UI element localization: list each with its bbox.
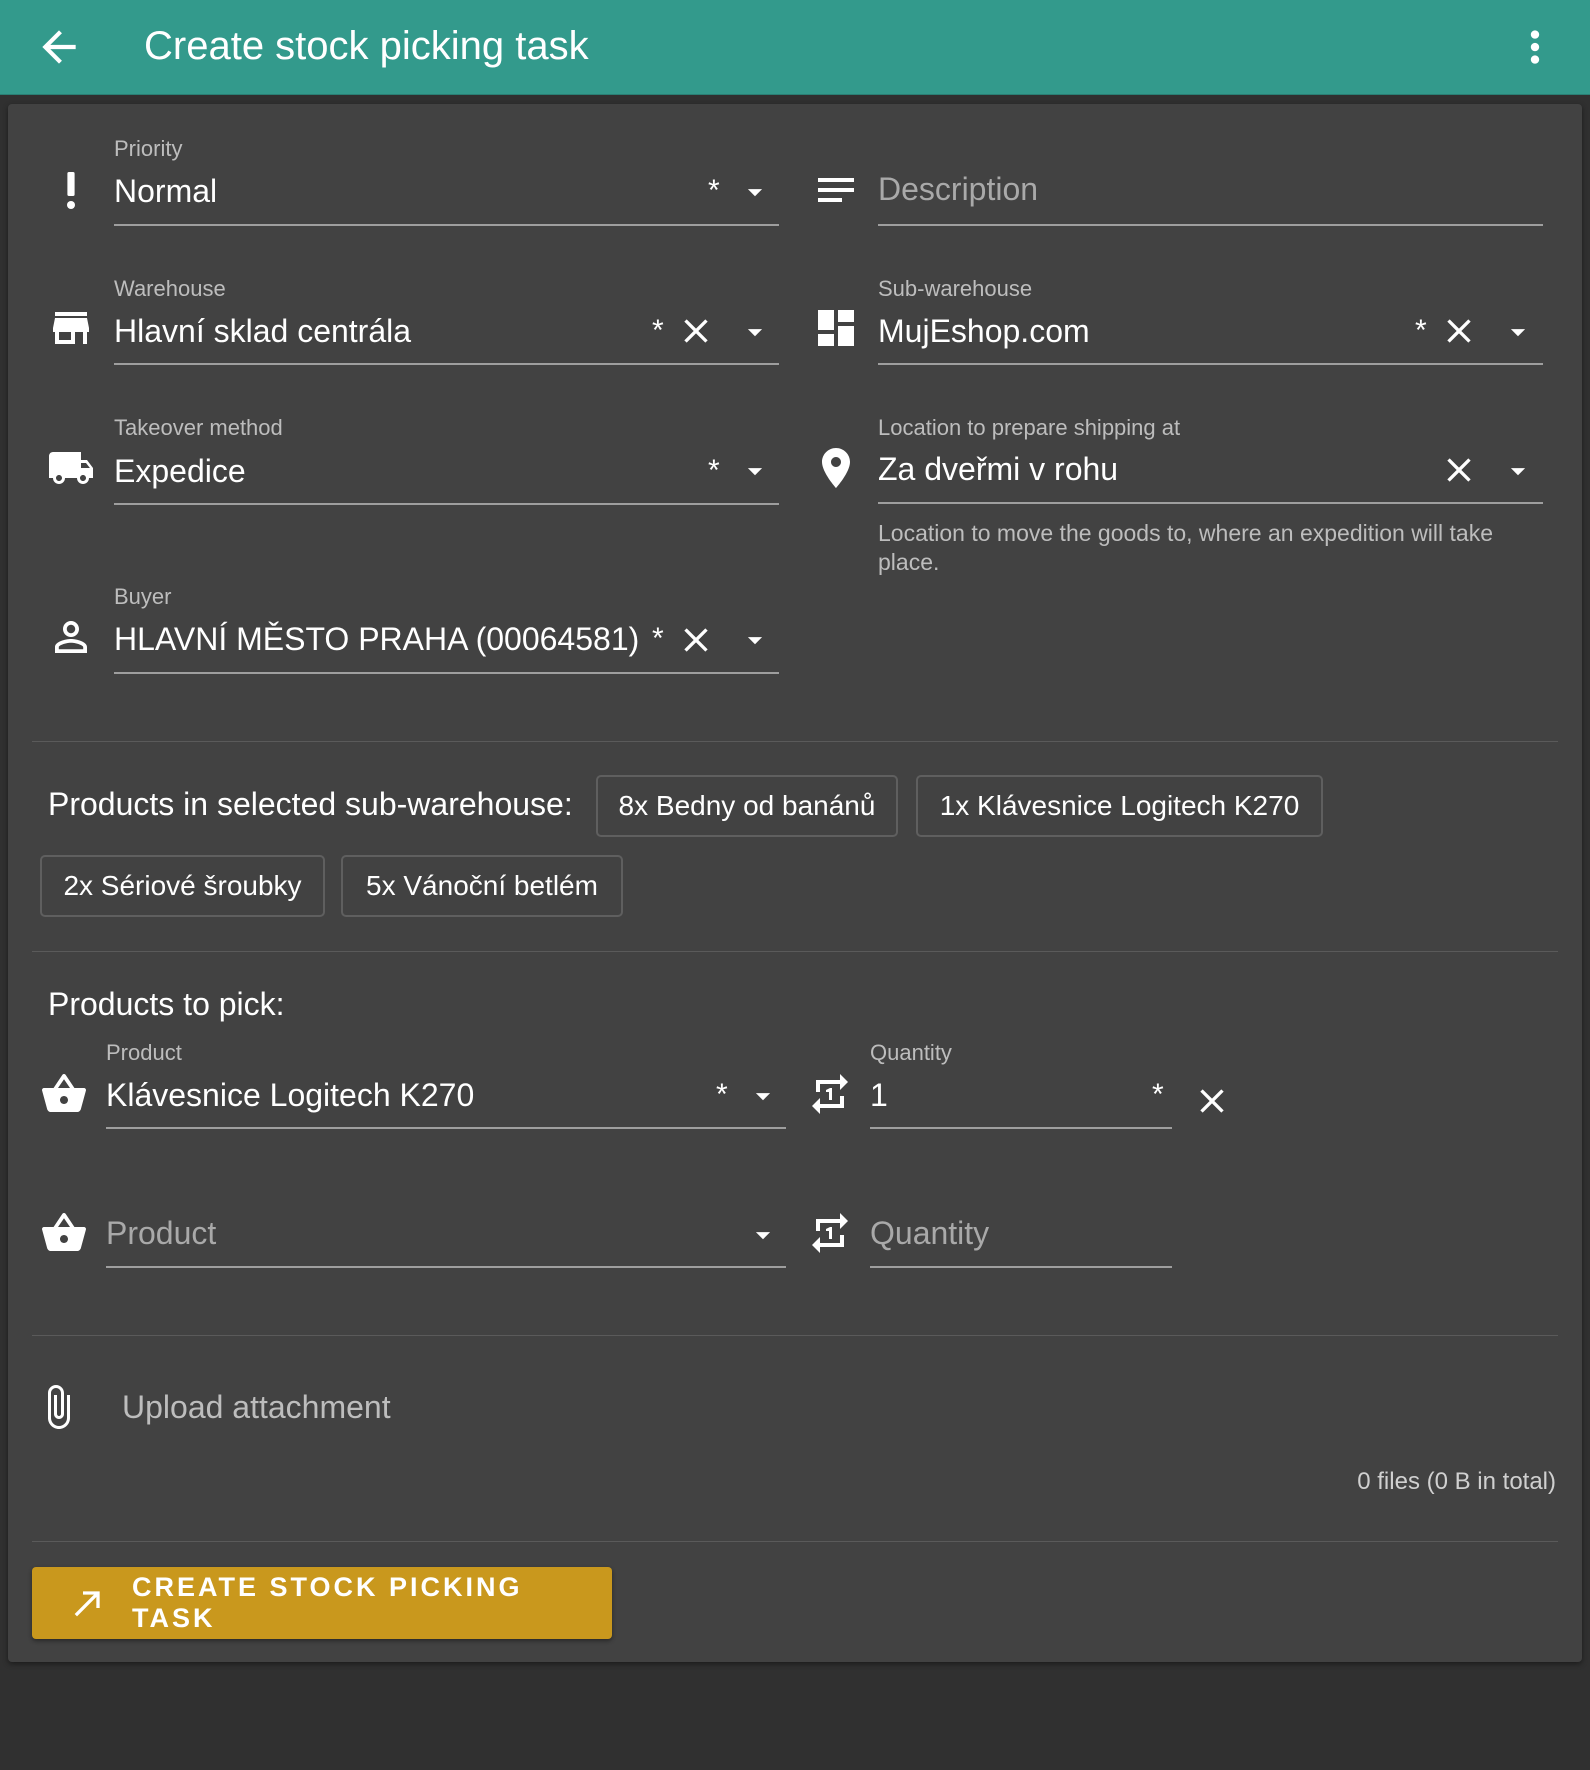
chevron-down-icon[interactable] bbox=[746, 1079, 780, 1113]
required-marker: * bbox=[1415, 314, 1427, 347]
required-marker: * bbox=[652, 622, 664, 655]
priority-label: Priority bbox=[114, 136, 183, 161]
clear-icon[interactable] bbox=[1439, 311, 1479, 351]
quantity-field[interactable]: Quantity bbox=[870, 1215, 989, 1252]
clear-icon[interactable] bbox=[676, 311, 716, 351]
chevron-down-icon[interactable] bbox=[746, 1218, 780, 1252]
takeover-method-underline bbox=[114, 503, 779, 505]
dashboard-icon bbox=[812, 304, 860, 352]
exclamation-icon bbox=[47, 166, 95, 214]
repeat-one-icon bbox=[806, 1070, 854, 1118]
quantity-underline bbox=[870, 1127, 1172, 1129]
notes-icon bbox=[812, 166, 860, 214]
product-chip[interactable]: 1x Klávesnice Logitech K270 bbox=[916, 775, 1323, 837]
arrow-top-right-icon bbox=[68, 1583, 108, 1623]
remove-row-icon[interactable] bbox=[1192, 1081, 1232, 1121]
products-to-pick-title: Products to pick: bbox=[48, 986, 285, 1022]
basket-icon bbox=[40, 1209, 88, 1257]
quantity-label: Quantity bbox=[870, 1040, 952, 1065]
arrow-left-icon[interactable] bbox=[34, 22, 84, 72]
priority-value[interactable]: Normal bbox=[114, 173, 217, 210]
product-chip[interactable]: 8x Bedny od banánů bbox=[596, 775, 898, 837]
warehouse-underline bbox=[114, 363, 779, 365]
page-title: Create stock picking task bbox=[144, 24, 589, 68]
priority-underline bbox=[114, 224, 779, 226]
store-icon bbox=[47, 304, 95, 352]
sub-warehouse-label: Sub-warehouse bbox=[878, 276, 1033, 301]
warehouse-label: Warehouse bbox=[114, 276, 226, 301]
chevron-down-icon[interactable] bbox=[738, 454, 772, 488]
chevron-down-icon[interactable] bbox=[1501, 315, 1535, 349]
create-button-label: CREATE STOCK PICKING TASK bbox=[132, 1572, 523, 1633]
paperclip-icon[interactable] bbox=[34, 1383, 82, 1431]
form-card: Priority Normal * Description Warehouse … bbox=[8, 104, 1582, 1662]
shipping-location-underline bbox=[878, 502, 1543, 504]
product-label: Product bbox=[106, 1040, 182, 1065]
product-chip[interactable]: 2x Sériové šroubky bbox=[40, 855, 325, 917]
product-value[interactable]: Klávesnice Logitech K270 bbox=[106, 1077, 474, 1114]
required-marker: * bbox=[1152, 1078, 1164, 1111]
shipping-location-value[interactable]: Za dveřmi v rohu bbox=[878, 451, 1118, 488]
required-marker: * bbox=[708, 174, 720, 207]
shipping-location-label: Location to prepare shipping at bbox=[878, 415, 1181, 440]
description-underline bbox=[878, 224, 1543, 226]
chevron-down-icon[interactable] bbox=[738, 315, 772, 349]
quantity-value[interactable]: 1 bbox=[870, 1077, 888, 1114]
buyer-value[interactable]: HLAVNÍ MĚSTO PRAHA (00064581) bbox=[114, 621, 639, 658]
location-pin-icon bbox=[812, 444, 860, 492]
takeover-method-label: Takeover method bbox=[114, 415, 283, 440]
required-marker: * bbox=[652, 314, 664, 347]
buyer-label: Buyer bbox=[114, 584, 172, 609]
more-vert-icon[interactable] bbox=[1510, 22, 1560, 72]
section-divider bbox=[32, 1541, 1558, 1542]
sub-warehouse-value[interactable]: MujEshop.com bbox=[878, 313, 1090, 350]
required-marker: * bbox=[716, 1078, 728, 1111]
create-stock-picking-task-button[interactable]: CREATE STOCK PICKING TASK bbox=[32, 1567, 612, 1639]
app-bar: Create stock picking task bbox=[0, 0, 1590, 95]
section-divider bbox=[32, 951, 1558, 952]
sub-warehouse-underline bbox=[878, 363, 1543, 365]
description-field[interactable]: Description bbox=[878, 171, 1038, 208]
product-underline bbox=[106, 1127, 786, 1129]
subwarehouse-products-title: Products in selected sub-warehouse: bbox=[48, 786, 573, 822]
clear-icon[interactable] bbox=[676, 620, 716, 660]
basket-icon bbox=[40, 1070, 88, 1118]
warehouse-value[interactable]: Hlavní sklad centrála bbox=[114, 313, 411, 350]
files-summary: 0 files (0 B in total) bbox=[1357, 1468, 1556, 1495]
repeat-one-icon bbox=[806, 1209, 854, 1257]
truck-icon bbox=[47, 444, 95, 492]
shipping-location-hint: Location to move the goods to, where an … bbox=[878, 520, 1493, 575]
product-underline bbox=[106, 1266, 786, 1268]
quantity-underline bbox=[870, 1266, 1172, 1268]
upload-attachment-button[interactable]: Upload attachment bbox=[122, 1389, 391, 1426]
product-field[interactable]: Product bbox=[106, 1215, 216, 1252]
product-chip[interactable]: 5x Vánoční betlém bbox=[341, 855, 623, 917]
chevron-down-icon[interactable] bbox=[738, 623, 772, 657]
buyer-underline bbox=[114, 672, 779, 674]
person-icon bbox=[47, 613, 95, 661]
section-divider bbox=[32, 741, 1558, 742]
section-divider bbox=[32, 1335, 1558, 1336]
required-marker: * bbox=[708, 454, 720, 487]
takeover-method-value[interactable]: Expedice bbox=[114, 453, 246, 490]
chevron-down-icon[interactable] bbox=[738, 175, 772, 209]
chevron-down-icon[interactable] bbox=[1501, 454, 1535, 488]
clear-icon[interactable] bbox=[1439, 450, 1479, 490]
